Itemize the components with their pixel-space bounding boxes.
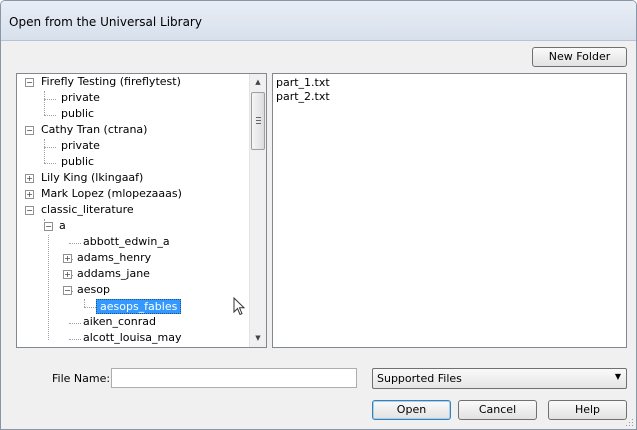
collapse-toggle-icon[interactable]: − [63,286,72,295]
tree-connector [69,323,81,324]
cancel-button[interactable]: Cancel [458,400,537,420]
tree-node[interactable]: Firefly Testing (fireflytest) [41,74,181,90]
scroll-grip [256,117,261,118]
scroll-up-icon[interactable]: ▲ [250,74,266,91]
window-title: Open from the Universal Library [9,15,202,29]
expand-toggle-icon[interactable]: + [63,254,72,263]
tree-connector [44,139,45,163]
collapse-toggle-icon[interactable]: − [25,126,34,135]
expand-toggle-icon[interactable]: + [25,174,34,183]
tree-node[interactable]: private [61,138,100,154]
tree-connector [44,115,56,116]
tree-node[interactable]: Lily King (lkingaaf) [41,170,143,186]
file-type-selected: Supported Files [377,372,462,385]
tree-node[interactable]: public [61,106,94,122]
help-button[interactable]: Help [548,400,627,420]
file-item[interactable]: part_1.txt [276,76,330,90]
collapse-toggle-icon[interactable]: − [25,206,34,215]
tree-connector [48,235,49,340]
tree-node[interactable]: classic_literature [41,202,134,218]
tree-node[interactable]: a [59,218,66,234]
folder-tree-body: − − + + − − + + − Firefly Testing (firef… [17,74,249,347]
tree-connector [84,307,96,308]
tree-node[interactable]: public [61,154,94,170]
tree-scrollbar[interactable]: ▲ ▼ [249,74,266,347]
tree-node[interactable]: Mark Lopez (mlopezaaas) [41,186,182,202]
tree-node[interactable]: private [61,90,100,106]
title-bar[interactable]: Open from the Universal Library [1,1,636,41]
tree-connector [69,243,81,244]
scroll-down-icon[interactable]: ▼ [250,330,266,347]
scroll-grip [256,120,261,121]
file-type-select[interactable]: Supported Files ▼ [372,368,627,389]
open-button[interactable]: Open [372,400,451,420]
file-name-label: File Name: [52,372,111,385]
expand-toggle-icon[interactable]: + [25,190,34,199]
resize-grip-icon[interactable] [626,419,634,427]
file-list[interactable]: part_1.txt part_2.txt [272,73,627,348]
collapse-toggle-icon[interactable]: − [25,78,34,87]
tree-node[interactable]: abbott_edwin_a [83,234,170,250]
tree-node[interactable]: alcott_louisa_may [83,330,181,346]
tree-connector [84,299,85,307]
file-name-input[interactable] [111,368,357,388]
mouse-pointer-icon [233,297,246,316]
open-dialog: Open from the Universal Library New Fold… [0,0,637,430]
tree-connector [44,163,56,164]
new-folder-button[interactable]: New Folder [532,47,627,67]
dropdown-chevron-icon: ▼ [614,372,621,381]
tree-node-selected[interactable]: aesops_fables [96,299,182,314]
scroll-grip [256,123,261,124]
expand-toggle-icon[interactable]: + [63,270,72,279]
folder-tree[interactable]: − − + + − − + + − Firefly Testing (firef… [16,73,267,348]
tree-connector [44,99,56,100]
tree-connector [44,147,56,148]
tree-node[interactable]: adams_henry [77,250,151,266]
tree-node[interactable]: Cathy Tran (ctrana) [41,122,147,138]
tree-node[interactable]: aiken_conrad [83,314,156,330]
tree-connector [69,339,81,340]
tree-node[interactable]: aesop [77,282,110,298]
tree-node[interactable]: addams_jane [77,266,150,282]
file-item[interactable]: part_2.txt [276,90,330,104]
collapse-toggle-icon[interactable]: − [44,222,53,231]
tree-connector [44,91,45,115]
scroll-thumb[interactable] [251,92,265,150]
